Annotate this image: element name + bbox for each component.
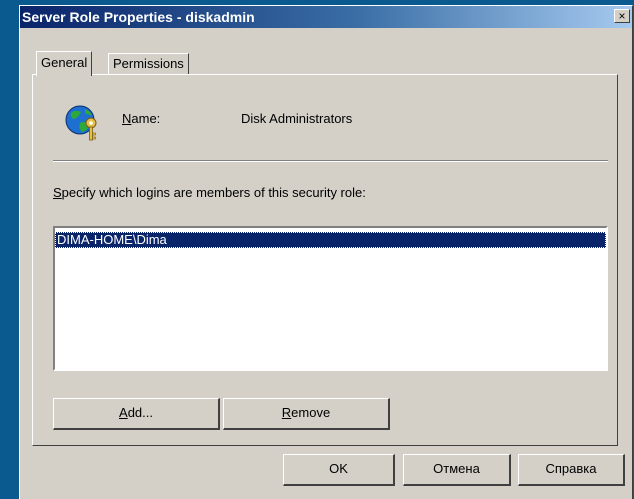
members-listbox[interactable]: DIMA-HOME\Dima <box>53 226 608 371</box>
separator <box>53 160 608 162</box>
tab-permissions[interactable]: Permissions <box>108 53 189 75</box>
close-icon: × <box>618 9 626 23</box>
name-label-rest: ame: <box>131 111 161 126</box>
tab-general[interactable]: General <box>36 51 93 76</box>
help-button[interactable]: Справка <box>518 454 625 486</box>
name-label: Name: <box>122 111 160 126</box>
members-caption-rest: pecify which logins are members of this … <box>61 185 366 200</box>
dialog-window: Server Role Properties - diskadmin × Gen… <box>19 5 633 499</box>
members-caption: Specify which logins are members of this… <box>53 185 366 200</box>
add-button[interactable]: Add... <box>53 398 220 430</box>
role-name-value: Disk Administrators <box>241 111 353 126</box>
remove-button-rest: emove <box>291 405 331 420</box>
list-item[interactable]: DIMA-HOME\Dima <box>55 232 606 248</box>
title-bar[interactable]: Server Role Properties - diskadmin × <box>20 6 632 28</box>
tab-general-label: General <box>41 55 88 70</box>
remove-button[interactable]: Remove <box>223 398 390 430</box>
ok-button[interactable]: OK <box>283 454 395 486</box>
members-caption-mnemonic: S <box>53 185 62 200</box>
cancel-button[interactable]: Отмена <box>403 454 511 486</box>
add-button-rest: dd... <box>127 405 153 420</box>
remove-button-mnemonic: R <box>281 405 292 420</box>
general-tab-panel: Name: Disk Administrators Specify which … <box>32 74 618 446</box>
close-button[interactable]: × <box>614 9 630 23</box>
window-title: Server Role Properties - diskadmin <box>22 9 255 25</box>
add-button-mnemonic: A <box>119 405 128 420</box>
tab-permissions-label: Permissions <box>113 56 184 71</box>
globe-key-icon <box>63 103 103 143</box>
name-label-mnemonic: N <box>122 111 132 126</box>
